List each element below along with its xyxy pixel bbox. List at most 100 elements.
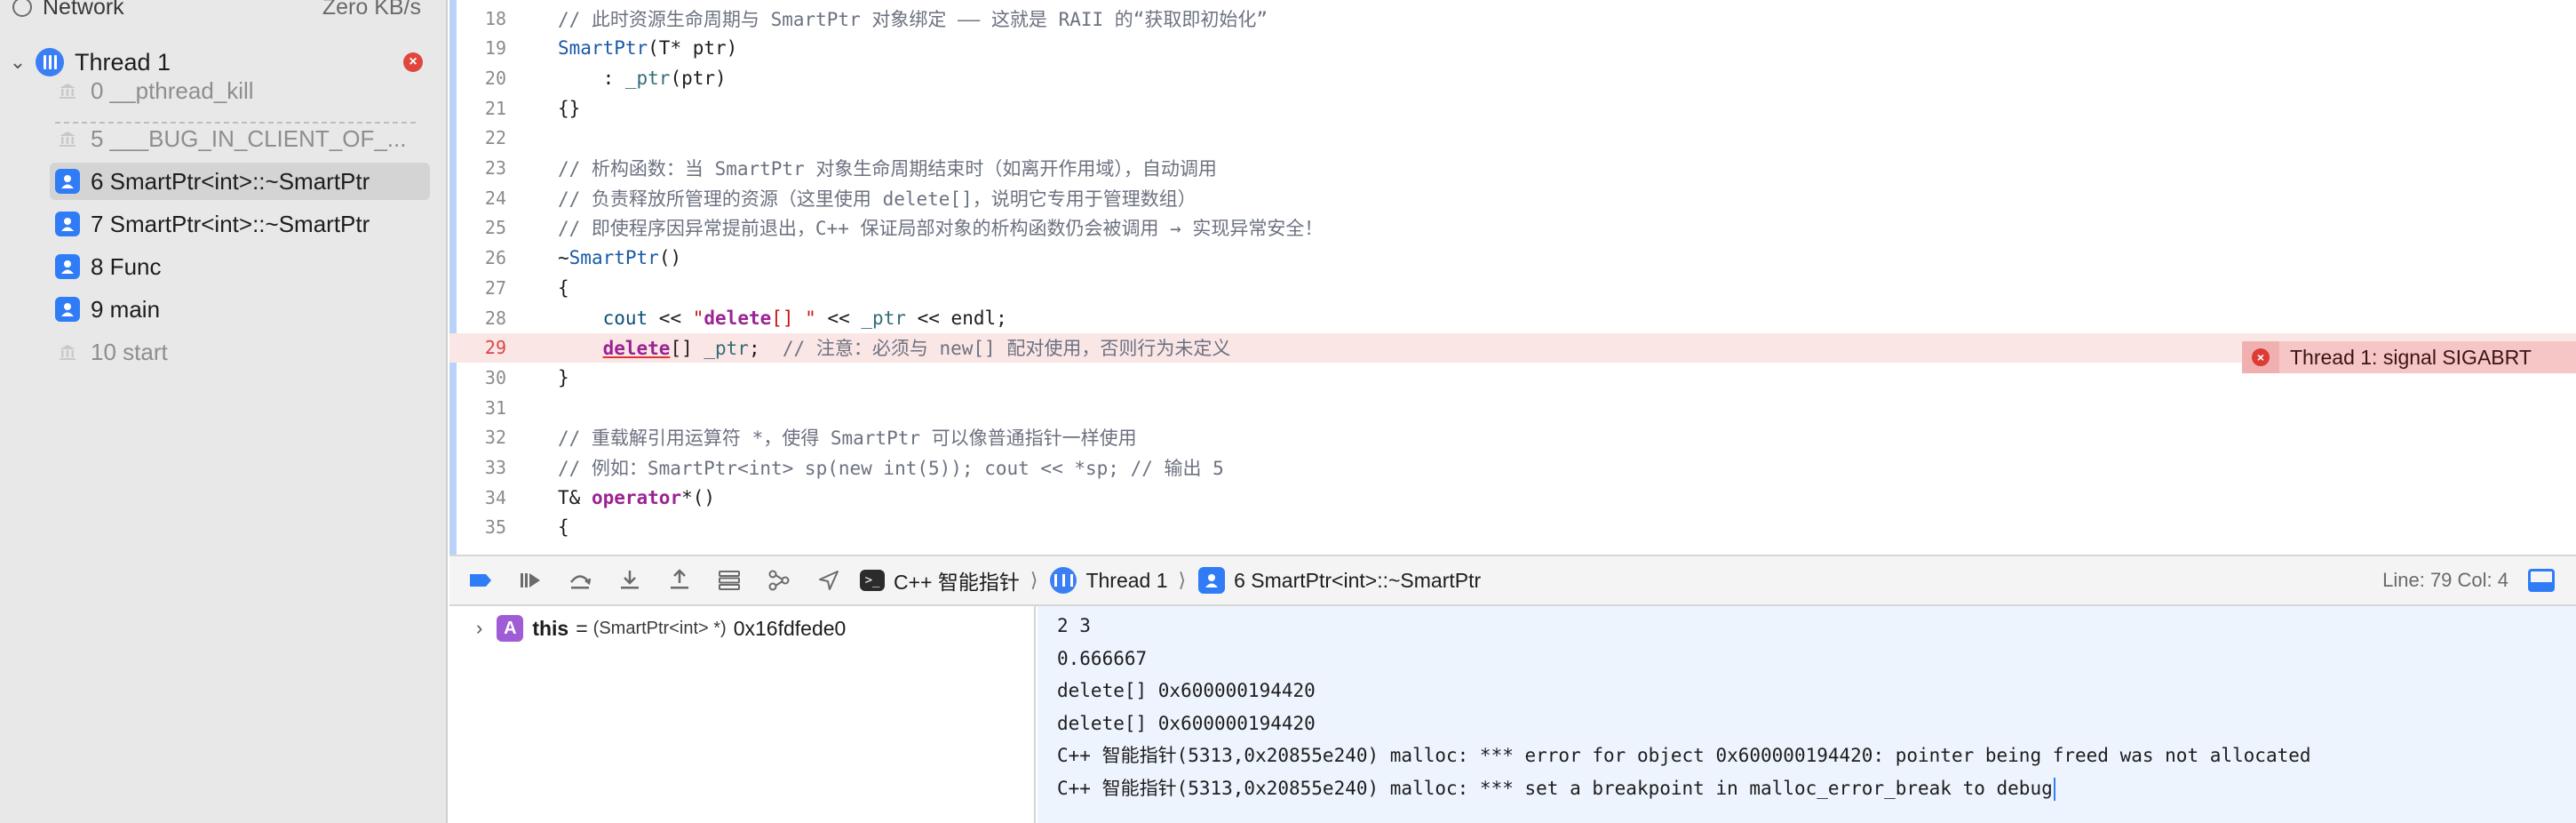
continue-button[interactable] [512,562,549,599]
user-frame-icon [55,297,80,322]
code-line[interactable]: 24 // 负责释放所管理的资源（这里使用 delete[]，说明它专用于管理数组… [449,183,2576,212]
chevron-down-icon[interactable]: ⌄ [0,51,36,74]
code-text: : _ptr(ptr) [558,67,727,89]
source-editor[interactable]: 18 // 此时资源生命周期与 SmartPtr 对象绑定 —— 这就是 RAII… [449,0,2576,555]
memory-graph-button[interactable] [760,562,798,599]
line-number[interactable]: 19 [449,37,513,59]
stack-frame-row[interactable]: 6 SmartPtr<int>::~SmartPtr [50,163,430,200]
code-text: delete[] _ptr; // 注意：必须与 new[] 配对使用，否则行为… [602,338,1231,360]
line-number[interactable]: 25 [449,217,513,238]
console-line-text: C++ 智能指针(5313,0x20855e240) malloc: *** e… [1057,745,2311,767]
breadcrumb-frame[interactable]: 6 SmartPtr<int>::~SmartPtr [1198,567,1481,594]
chevron-right-icon[interactable]: › [476,617,482,640]
code-line[interactable]: 20 : _ptr(ptr) [449,63,2576,92]
variable-type: (SmartPtr<int> *) [592,618,727,638]
error-annotation[interactable]: × Thread 1: signal SIGABRT [2242,341,2576,373]
code-line[interactable]: 34 T& operator*() [449,483,2576,512]
variable-name: this [532,616,569,640]
memory-graph-icon [768,570,790,591]
debug-toolbar: >_ C++ 智能指针 ⟩ Thread 1 ⟩ 6 SmartPtr<int>… [449,555,2576,606]
code-line[interactable]: 18 // 此时资源生命周期与 SmartPtr 对象绑定 —— 这就是 RAII… [449,4,2576,33]
network-row[interactable]: Network Zero KB/s [12,0,421,25]
console-line: 2 3 [1057,611,1091,641]
code-line[interactable]: 28 cout << "delete[] " << _ptr << endl; [449,303,2576,332]
location-arrow-icon [819,571,839,590]
console-line: C++ 智能指针(5313,0x20855e240) malloc: *** s… [1057,774,2055,803]
line-number[interactable]: 18 [449,8,513,29]
code-text: T& operator*() [558,486,716,508]
line-number[interactable]: 29 [449,337,513,358]
line-number[interactable]: 26 [449,247,513,268]
code-line[interactable]: 23 // 析构函数：当 SmartPtr 对象生命周期结束时（如离开作用域），自… [449,154,2576,183]
stack-frame-label: 5 ___BUG_IN_CLIENT_OF_... [91,124,407,152]
breadcrumb-target[interactable]: >_ C++ 智能指针 [860,565,1020,595]
thread-icon [1050,567,1077,594]
code-line[interactable]: 33 // 例如：SmartPtr<int> sp(new int(5)); co… [449,453,2576,483]
code-text: // 即使程序因异常提前退出，C++ 保证局部对象的析构函数仍会被调用 → 实现… [558,218,1324,240]
stack-frame-row[interactable]: 7 SmartPtr<int>::~SmartPtr [55,205,428,243]
line-number[interactable]: 20 [449,68,513,89]
line-number[interactable]: 27 [449,277,513,299]
text-caret [2053,778,2055,801]
line-number[interactable]: 23 [449,157,513,179]
code-text: } [558,366,569,388]
breakpoints-toggle-button[interactable] [462,562,499,599]
code-line[interactable]: 31 [449,393,2576,422]
code-line[interactable]: 22 [449,124,2576,153]
code-line[interactable]: 27 { [449,273,2576,302]
line-number[interactable]: 34 [449,487,513,508]
breadcrumb-thread[interactable]: Thread 1 [1050,567,1168,594]
line-number[interactable]: 21 [449,98,513,119]
line-number[interactable]: 33 [449,457,513,478]
code-text: {} [558,97,581,119]
breadcrumb-thread-label: Thread 1 [1085,568,1168,592]
console-line: C++ 智能指针(5313,0x20855e240) malloc: *** e… [1057,741,2311,771]
stack-frame-row[interactable]: 5 ___BUG_IN_CLIENT_OF_... [55,120,428,157]
line-number[interactable]: 31 [449,397,513,419]
simulate-location-button[interactable] [810,562,847,599]
view-hierarchy-button[interactable] [711,562,748,599]
code-line[interactable]: 25 // 即使程序因异常提前退出，C++ 保证局部对象的析构函数仍会被调用 → … [449,213,2576,243]
code-line[interactable]: 35 { [449,513,2576,542]
breadcrumb-frame-label: 6 SmartPtr<int>::~SmartPtr [1234,568,1482,592]
step-over-button[interactable] [561,562,599,599]
stack-frame-row[interactable]: 10 start [55,333,428,371]
step-into-button[interactable] [611,562,648,599]
code-text: // 负责释放所管理的资源（这里使用 delete[]，说明它专用于管理数组） [558,188,1197,210]
frames-divider [55,122,416,124]
console-output[interactable]: 2 3 0.666667 delete[] 0x600000194420 delete… [1038,606,2576,823]
step-out-icon [671,569,688,589]
line-number[interactable]: 24 [449,188,513,209]
stack-frame-row[interactable]: 0 __pthread_kill [55,72,428,109]
line-number[interactable]: 32 [449,427,513,448]
code-line[interactable]: 19 SmartPtr(T* ptr) [449,34,2576,63]
variable-kind-badge: A [497,615,524,642]
code-text: ~SmartPtr() [558,247,682,269]
code-text: cout << "delete[] " << _ptr << endl; [602,307,1007,329]
breadcrumb-target-label: C++ 智能指针 [894,571,1020,594]
console-line-text: C++ 智能指针(5313,0x20855e240) malloc: *** s… [1057,778,2053,799]
code-line[interactable]: 26 ~SmartPtr() [449,244,2576,273]
variables-view: › A this = (SmartPtr<int> *) 0x16fdfede0 [449,606,1036,823]
step-over-icon [570,575,592,589]
stack-frame-row[interactable]: 9 main [55,291,428,328]
debug-area-toggle-icon[interactable] [2528,569,2555,592]
step-out-button[interactable] [661,562,698,599]
line-number[interactable]: 35 [449,516,513,538]
network-speed: Zero KB/s [322,0,421,20]
variable-row[interactable]: › A this = (SmartPtr<int> *) 0x16fdfede0 [476,615,846,642]
stack-frame-label: 10 start [91,338,168,365]
line-number[interactable]: 30 [449,367,513,388]
code-line[interactable]: 32 // 重载解引用运算符 *，使得 SmartPtr 可以像普通指针一样使用 [449,423,2576,452]
line-number[interactable]: 22 [449,127,513,148]
variable-value: 0x16fdfede0 [733,616,847,640]
line-number[interactable]: 28 [449,308,513,329]
code-line[interactable]: 21 {} [449,93,2576,123]
system-library-icon [55,78,80,103]
stack-frame-label: 8 Func [91,252,162,280]
stack-frame-row[interactable]: 8 Func [55,248,428,285]
stack-frame-label: 9 main [91,295,161,323]
console-line-text: delete[] 0x600000194420 [1057,680,1316,702]
step-into-icon [621,571,639,589]
chevron-right-icon: ⟩ [1178,569,1187,591]
